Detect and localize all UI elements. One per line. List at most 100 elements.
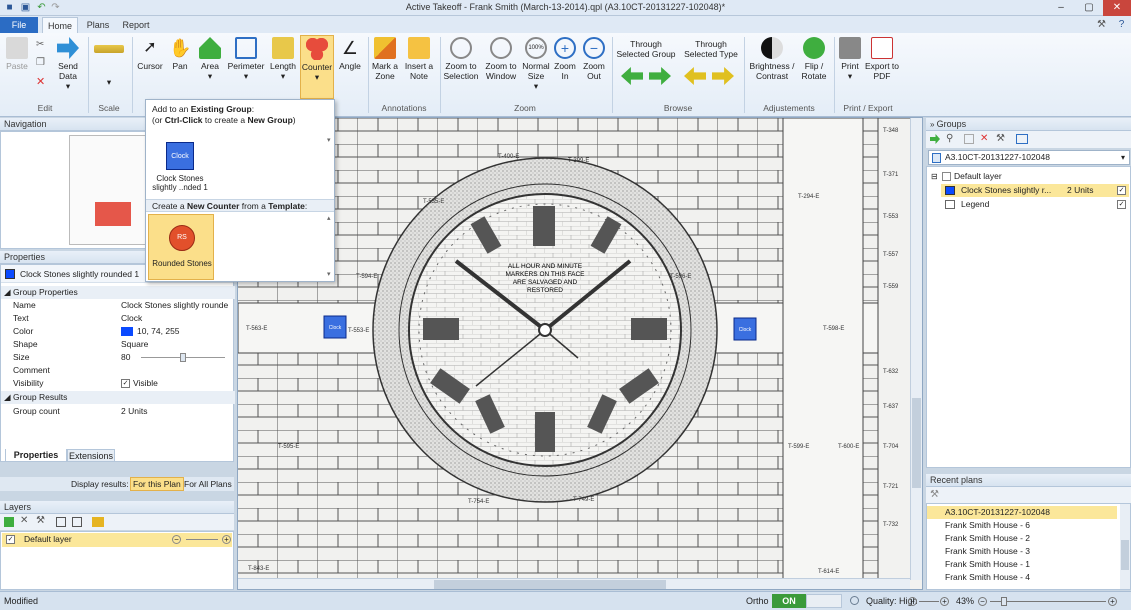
cut-icon[interactable]: ✂ xyxy=(36,39,48,50)
folder-icon[interactable] xyxy=(92,517,104,527)
for-this-plan-toggle[interactable]: For this Plan xyxy=(130,477,184,491)
navigation-thumbnail[interactable] xyxy=(69,135,147,245)
recent-plans-scrollbar[interactable] xyxy=(1120,504,1130,589)
tab-extensions[interactable]: Extensions xyxy=(67,449,115,462)
options-icon[interactable]: ⚒ xyxy=(1096,19,1107,30)
recent-plan-item[interactable]: Frank Smith House - 3 xyxy=(927,545,1127,558)
tree-legend[interactable]: Legend ✓ xyxy=(941,198,1129,211)
cursor-button[interactable]: ➚ Cursor xyxy=(136,35,164,71)
tree-default-layer[interactable]: ⊟ Default layer xyxy=(929,170,1129,183)
send-group-icon[interactable] xyxy=(930,134,940,144)
popup-template-scroll-down[interactable]: ▾ xyxy=(327,270,331,278)
canvas-vscroll-thumb[interactable] xyxy=(912,398,921,488)
group-view-icon[interactable] xyxy=(1016,134,1028,144)
chevron-down-icon[interactable]: ▾ xyxy=(1121,151,1125,164)
perimeter-button[interactable]: Perimeter ▾ xyxy=(226,35,266,81)
prop-row-shape[interactable]: Shape Square xyxy=(1,338,235,351)
save-layer-icon[interactable] xyxy=(56,517,66,527)
mark-zone-button[interactable]: Mark a Zone xyxy=(370,35,400,81)
insert-note-button[interactable]: Insert a Note xyxy=(402,35,436,81)
brightness-contrast-button[interactable]: Brightness / Contrast xyxy=(746,35,798,81)
section-group-properties[interactable]: ◢ Group Properties xyxy=(1,286,235,299)
maximize-button[interactable]: ▢ xyxy=(1075,0,1103,16)
zoom-in-button[interactable]: + Zoom In xyxy=(552,35,578,81)
ortho-toggle[interactable]: ON xyxy=(772,594,806,608)
tools-icon[interactable]: ⚒ xyxy=(36,515,45,526)
tab-file[interactable]: File xyxy=(0,17,38,33)
prop-row-name[interactable]: Name Clock Stones slightly rounde xyxy=(1,299,235,312)
save-as-layer-icon[interactable] xyxy=(72,517,82,527)
section-group-results[interactable]: ◢ Group Results xyxy=(1,391,235,404)
prop-row-visibility[interactable]: Visibility ✓ Visible xyxy=(1,377,235,390)
area-button[interactable]: Area ▾ xyxy=(196,35,224,81)
zoom-slider-thumb[interactable] xyxy=(1001,597,1007,606)
layer-opacity-plus[interactable]: + xyxy=(222,535,231,544)
length-button[interactable]: Length ▾ xyxy=(268,35,298,81)
quality-plus[interactable]: + xyxy=(940,597,949,606)
search-icon[interactable]: ⚲ xyxy=(946,133,953,144)
counter-button[interactable]: Counter ▾ xyxy=(300,35,334,99)
delete-group-icon[interactable]: ✕ xyxy=(980,133,988,144)
size-slider-thumb[interactable] xyxy=(180,353,186,362)
help-icon[interactable]: ? xyxy=(1116,19,1127,30)
tree-legend-checkbox[interactable]: ✓ xyxy=(1117,200,1126,209)
canvas-horizontal-scrollbar[interactable] xyxy=(238,578,910,589)
ortho-toggle-track[interactable] xyxy=(806,594,842,608)
zoom-slider[interactable] xyxy=(990,601,1106,602)
minimize-button[interactable]: – xyxy=(1047,0,1075,16)
next-type-icon[interactable] xyxy=(712,67,734,85)
tools-icon[interactable]: ⚒ xyxy=(930,489,939,500)
recent-plan-item[interactable]: A3.10CT-20131227-102048 xyxy=(927,506,1117,519)
previous-type-icon[interactable] xyxy=(684,67,706,85)
print-button[interactable]: Print ▾ xyxy=(836,35,864,81)
plan-selector[interactable]: A3.10CT-20131227-102048 ▾ xyxy=(928,150,1130,165)
copy-icon[interactable]: ❐ xyxy=(36,57,48,68)
zoom-minus[interactable]: − xyxy=(978,597,987,606)
canvas-hscroll-thumb[interactable] xyxy=(434,580,666,589)
zoom-window-button[interactable]: Zoom to Window xyxy=(482,35,520,81)
tree-group-clock-stones[interactable]: Clock Stones slightly r... 2 Units ✓ xyxy=(941,184,1129,197)
visibility-checkbox[interactable]: ✓ xyxy=(121,379,130,388)
recent-plan-item[interactable]: Frank Smith House - 2 xyxy=(927,532,1127,545)
layer-row-default[interactable]: ✓ Default layer − + xyxy=(2,533,232,547)
zoom-out-button[interactable]: − Zoom Out xyxy=(580,35,608,81)
prop-row-color[interactable]: Color 10, 74, 255 xyxy=(1,325,235,338)
popup-template-scroll-up[interactable]: ▴ xyxy=(327,214,331,222)
existing-group-clock-stones[interactable]: Clock Clock Stones slightly ..nded 1 xyxy=(150,134,210,196)
recent-plan-item[interactable]: Frank Smith House - 4 xyxy=(927,571,1127,584)
close-button[interactable]: ✕ xyxy=(1103,0,1131,16)
plan-drawing[interactable]: ALL HOUR AND MINUTE MARKERS ON THIS FACE… xyxy=(238,118,923,590)
flip-rotate-button[interactable]: Flip / Rotate xyxy=(798,35,830,81)
recent-plan-item[interactable]: Frank Smith House - 1 xyxy=(927,558,1127,571)
template-rounded-stones[interactable]: RS Rounded Stones xyxy=(148,214,214,280)
new-group-icon[interactable] xyxy=(964,134,974,144)
tab-home[interactable]: Home xyxy=(42,17,78,33)
tab-report[interactable]: Report xyxy=(118,17,154,33)
recent-plan-item[interactable]: Frank Smith House - 6 xyxy=(927,519,1127,532)
group-tools-icon[interactable]: ⚒ xyxy=(996,133,1005,144)
collapse-icon[interactable]: ⊟ xyxy=(931,170,938,183)
navigation-viewport[interactable] xyxy=(95,202,131,226)
scale-button[interactable]: ▾ xyxy=(92,35,126,87)
normal-size-button[interactable]: 100% Normal Size ▾ xyxy=(520,35,552,91)
zoom-plus[interactable]: + xyxy=(1108,597,1117,606)
delete-layer-icon[interactable]: ✕ xyxy=(20,515,28,526)
add-layer-icon[interactable] xyxy=(4,517,14,527)
prop-row-size[interactable]: Size 80 xyxy=(1,351,235,364)
recent-plans-scroll-thumb[interactable] xyxy=(1121,540,1129,570)
tab-properties[interactable]: Properties xyxy=(5,449,67,462)
canvas-vertical-scrollbar[interactable] xyxy=(910,118,922,580)
next-group-icon[interactable] xyxy=(649,67,671,85)
zoom-selection-button[interactable]: Zoom to Selection xyxy=(442,35,480,81)
prop-row-text[interactable]: Text Clock xyxy=(1,312,235,325)
paste-button[interactable]: Paste xyxy=(4,35,30,71)
delete-icon[interactable]: ✕ xyxy=(36,75,48,88)
quality-slider[interactable] xyxy=(919,601,939,602)
send-data-button[interactable]: Send Data ▾ xyxy=(54,35,82,91)
previous-group-icon[interactable] xyxy=(621,67,643,85)
layer-opacity-slider[interactable] xyxy=(186,539,218,540)
layer-checkbox[interactable]: ✓ xyxy=(6,535,15,544)
angle-button[interactable]: ∠ Angle xyxy=(336,35,364,71)
for-all-plans-toggle[interactable]: For All Plans xyxy=(184,477,232,491)
pan-button[interactable]: ✋ Pan xyxy=(166,35,194,71)
